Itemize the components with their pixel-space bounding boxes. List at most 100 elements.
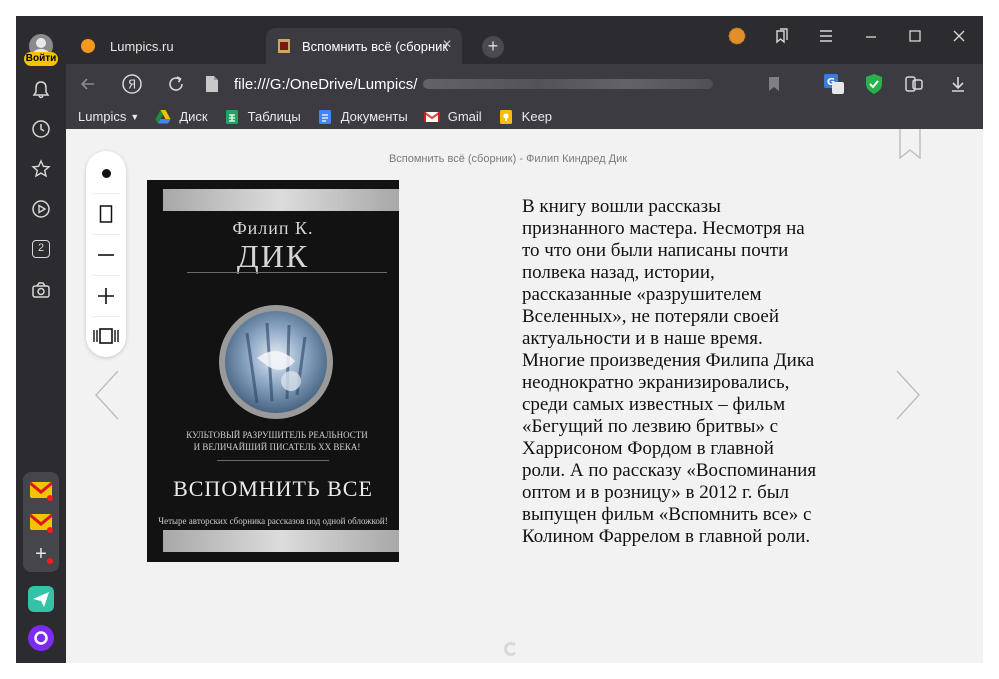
bookmark-gmail[interactable]: Gmail [423,109,482,125]
description-line: неоднократно экранизировались, [522,372,790,393]
bookmark-label: Документы [340,109,408,124]
description-line: оптом и в розницу» в 2012 г. был [522,482,790,503]
cover-tagline-2: И ВЕЛИЧАЙШИЙ ПИСАТЕЛЬ XX ВЕКА! [193,442,361,452]
description-line: актуальности и в наше время. [522,328,763,349]
downloads-button[interactable] [946,72,970,96]
bookmark-label: Диск [179,109,208,124]
alice-icon [28,625,54,651]
protect-button[interactable] [862,72,886,96]
zoom-in-button[interactable] [86,276,126,316]
shield-icon [866,74,882,94]
cover-rule [187,272,387,273]
notifications-button[interactable] [29,78,53,102]
profile-button[interactable] [725,26,749,46]
fit-width-icon [93,328,119,344]
messenger-app-button[interactable] [26,584,56,614]
tab-lumpics[interactable]: Lumpics.ru [70,28,260,64]
bookmark-label: Таблицы [247,109,301,124]
alice-button[interactable] [26,623,56,653]
page-bookmark-icon[interactable] [899,129,921,159]
minimize-icon [866,36,876,38]
extensions-icon [905,76,923,92]
bookmark-disk[interactable]: Диск [155,109,208,125]
caret-down-icon: ▼ [130,111,140,122]
tab-title: Lumpics.ru [110,38,174,54]
bookmark-lumpics[interactable]: Lumpics ▼ [78,109,139,124]
cover-rule [217,460,329,461]
address-bar[interactable]: file:///G:/OneDrive/Lumpics/ [204,72,764,96]
yandex-button[interactable]: Я [120,72,144,96]
bookmarks-icon [776,28,788,44]
cover-title: ВСПОМНИТЬ ВСЕ [173,476,373,501]
minimize-button[interactable] [859,26,883,46]
plus-icon [98,288,114,304]
zoom-out-button[interactable] [86,235,126,275]
close-window-button[interactable] [947,26,971,46]
video-button[interactable] [29,197,53,221]
dot-mode-button[interactable] [86,153,126,193]
gmail-icon [423,111,440,122]
add-app-button[interactable]: + [29,542,53,566]
fit-width-button[interactable] [86,316,126,356]
mail-app-button-1[interactable] [29,478,53,502]
screenshot-button[interactable] [29,278,53,302]
cover-ornament-bottom [163,530,399,552]
translate-icon: G [824,74,844,94]
back-button[interactable] [76,72,100,96]
reload-button[interactable] [164,72,188,96]
play-circle-icon [32,200,50,218]
new-tab-button[interactable]: + [482,36,504,58]
cover-tagline-1: КУЛЬТОВЫЙ РАЗРУШИТЕЛЬ РЕАЛЬНОСТИ [186,430,368,440]
extensions-button[interactable] [902,72,926,96]
url-redacted [423,79,714,89]
translate-button[interactable]: G [822,72,846,96]
previous-page-icon[interactable] [94,369,120,421]
close-icon [953,30,965,42]
description-line: выпущен фильм «Вспомнить все» с [522,504,812,525]
description-line: рассказанные «разрушителем [522,284,762,305]
history-button[interactable] [29,117,53,141]
tabs-counter-button[interactable]: 2 [29,237,53,261]
star-icon [31,159,51,178]
book-description: В книгу вошли рассказы признанного масте… [522,196,874,548]
description-line: «Бегущий по лезвию бритвы» с [522,416,779,437]
close-tab-icon[interactable]: × [440,37,454,53]
page-view-button[interactable] [86,194,126,234]
bookmark-sheets[interactable]: Таблицы [224,109,301,125]
sidebar-apps-group: + [23,472,59,572]
sidebar: Войти 2 + [16,16,66,663]
login-button[interactable]: Войти [24,34,58,70]
cover-author-first: Филип К. [232,218,314,238]
bookmark-page-button[interactable] [762,72,786,96]
address-toolbar: Я file:///G:/OneDrive/Lumpics/ G [66,64,983,104]
minus-icon [98,254,114,256]
login-label: Войти [24,52,58,66]
google-docs-icon [318,109,331,124]
collections-button[interactable] [770,26,794,46]
bookmark-label: Keep [521,109,553,124]
mail-app-button-2[interactable] [29,510,53,534]
book-reader: Вспомнить всё (сборник) - Филип Киндред … [66,129,983,663]
send-icon [28,586,54,612]
dot-icon [101,168,111,178]
tab-book[interactable]: Вспомнить всё (сборник × [266,28,462,64]
description-line: среди самых известных – фильм [522,394,786,415]
next-page-icon[interactable] [895,369,921,421]
notification-dot [47,558,53,564]
loading-spinner-icon [504,642,518,656]
reload-icon [169,76,183,91]
book-cover: Филип К. ДИК КУЛЬТОВЫЙ РАЗРУШИТЕЛЬ РЕАЛЬ… [147,180,399,562]
maximize-button[interactable] [903,26,927,46]
menu-button[interactable] [814,26,838,46]
description-line: роли. А по рассказу «Воспоминания [522,460,817,481]
url-text: file:///G:/OneDrive/Lumpics/ [234,75,418,93]
mail-icon [29,513,53,533]
mail-icon [29,481,53,501]
camera-icon [32,282,50,298]
bookmark-docs[interactable]: Документы [317,109,408,125]
cover-author-last: ДИК [236,238,310,274]
bookmark-keep[interactable]: Keep [498,109,552,125]
description-line: Харрисоном Фордом в главной [522,438,774,459]
favorites-button[interactable] [29,157,53,181]
tabs-counter-icon: 2 [32,240,50,258]
